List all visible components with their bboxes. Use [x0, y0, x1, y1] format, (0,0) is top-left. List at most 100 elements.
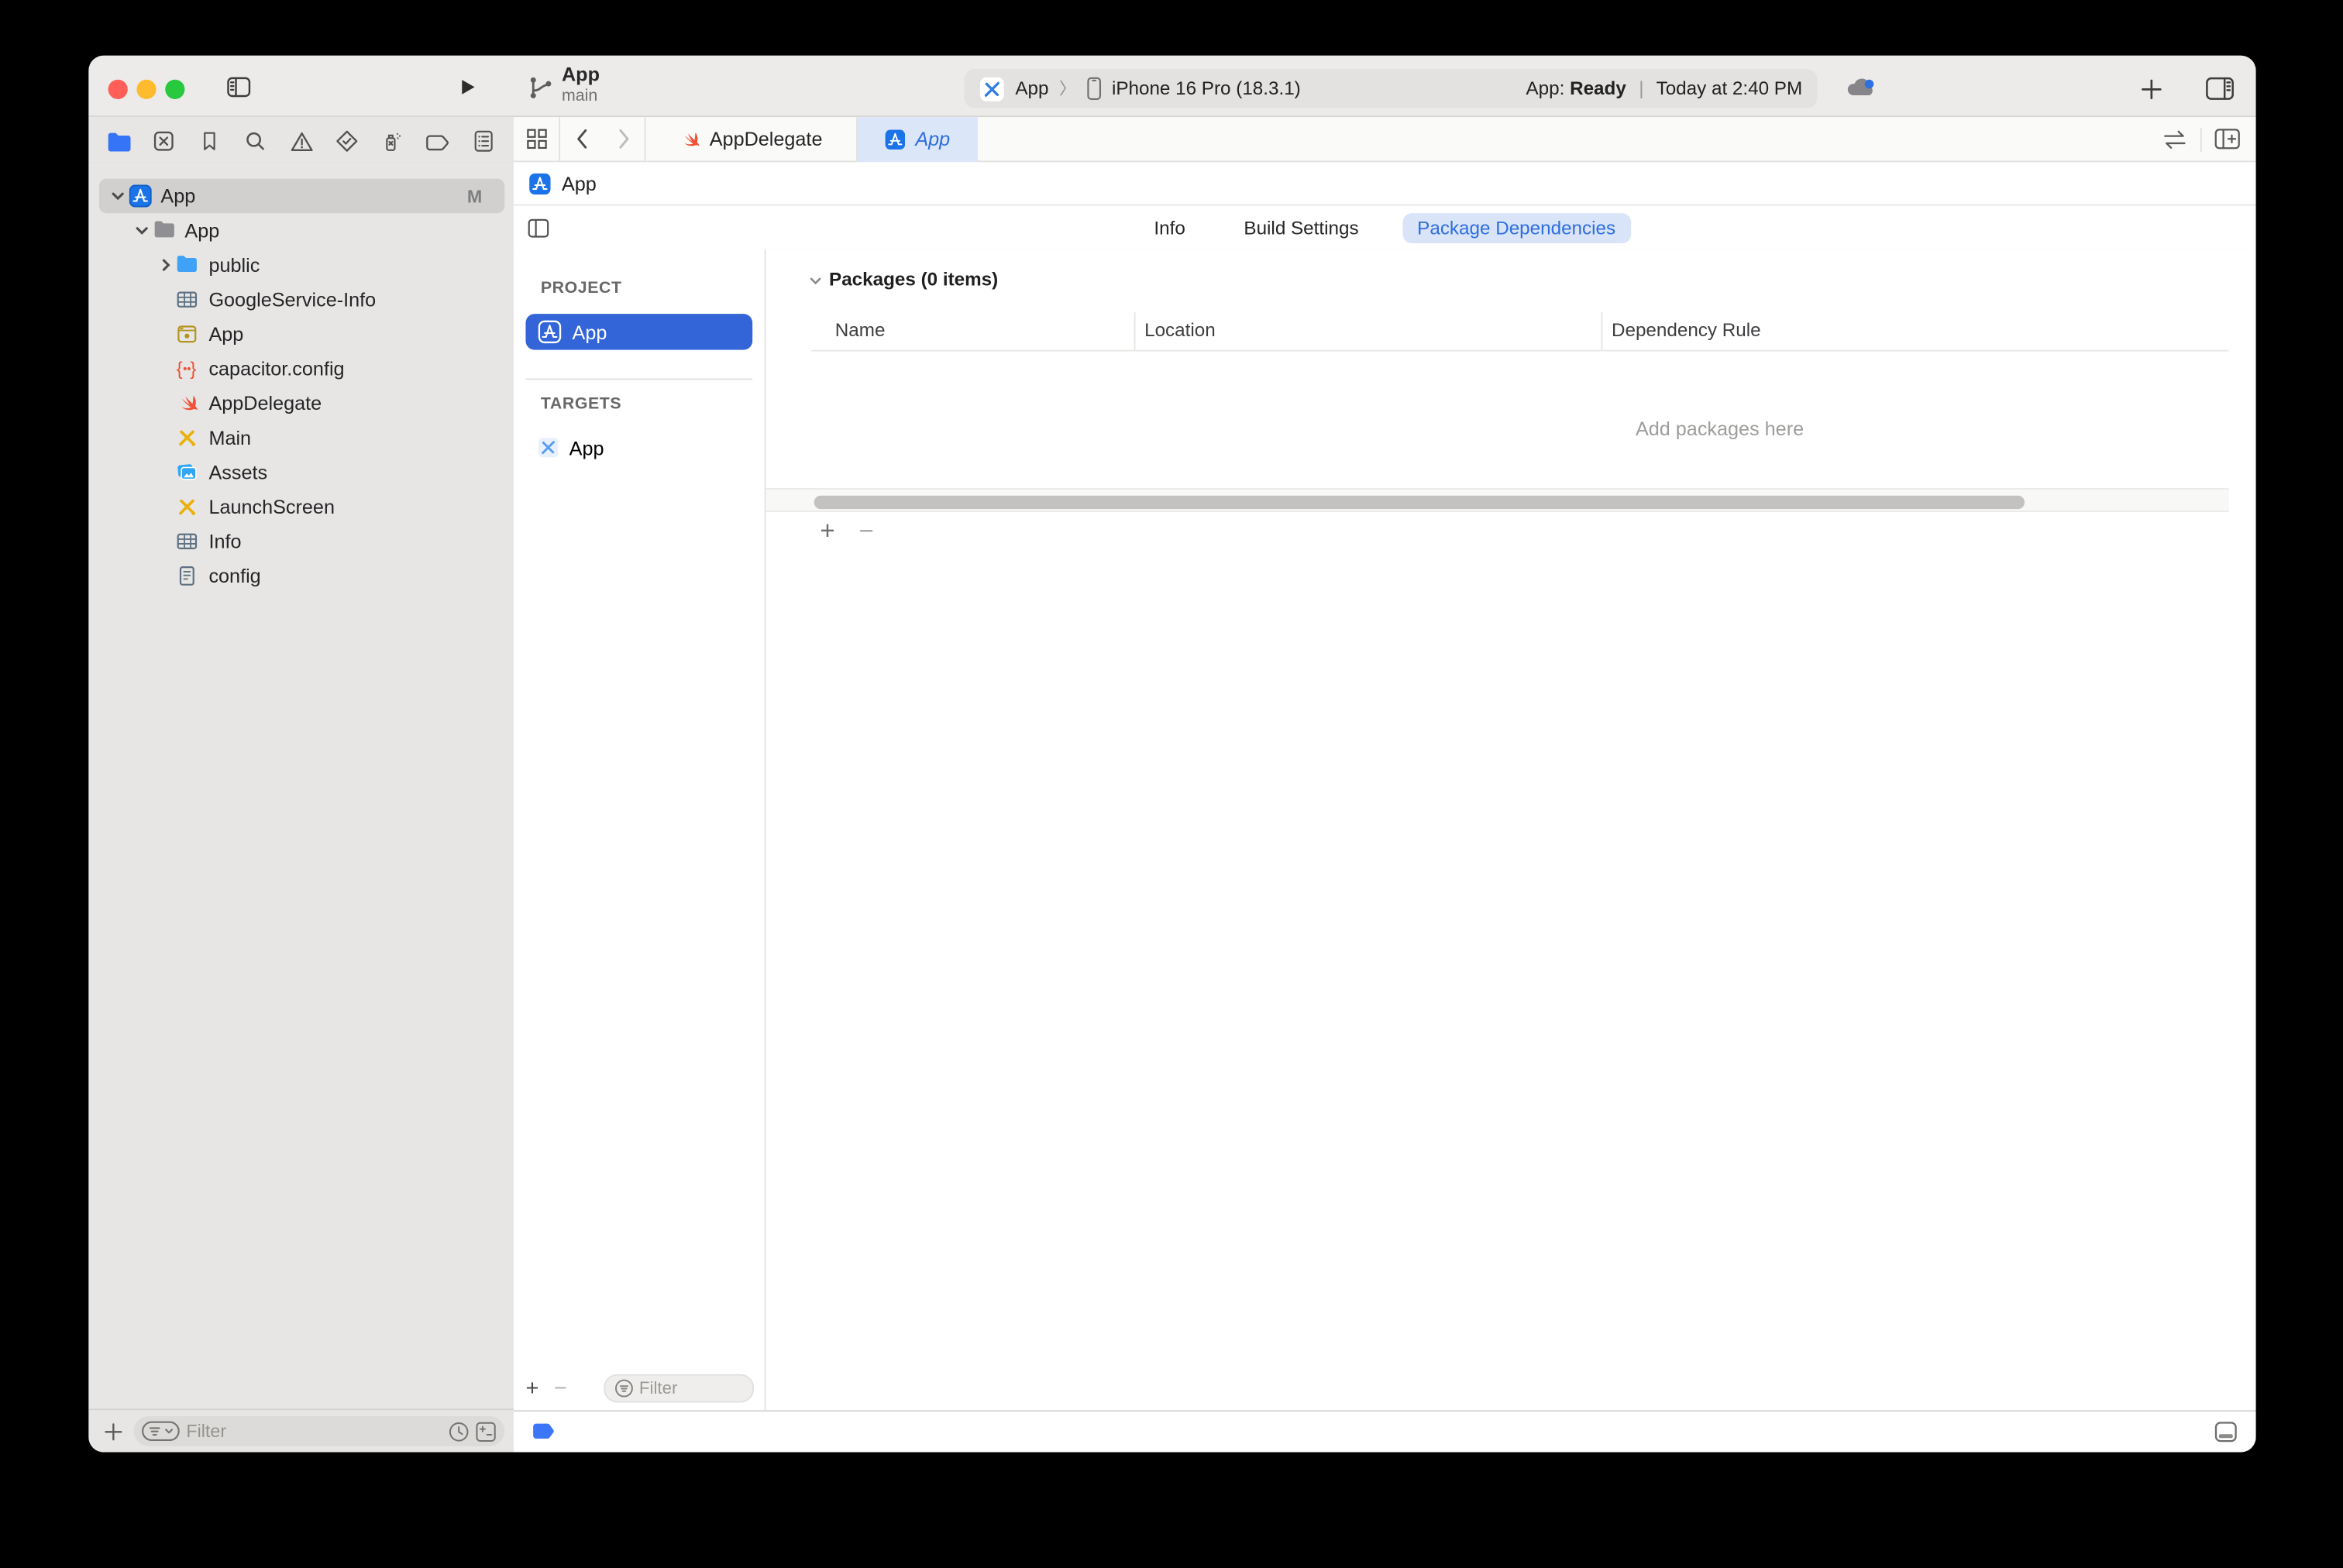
toggle-navigator-button[interactable]	[224, 72, 254, 102]
run-button[interactable]	[453, 74, 480, 101]
panel-bottom-bar: + −	[514, 1367, 766, 1410]
tree-row-capacitor-config[interactable]: {} capacitor.config	[88, 352, 514, 387]
changes-filter-icon[interactable]	[475, 1420, 497, 1442]
changes-icon	[153, 129, 177, 153]
jumpbar-item[interactable]: App	[562, 172, 597, 194]
svg-text:{: {	[177, 359, 183, 380]
tab-app[interactable]: App	[857, 116, 978, 162]
appstore-project-icon	[129, 184, 152, 208]
go-back-button[interactable]	[560, 116, 602, 161]
plus-icon	[103, 1422, 122, 1441]
toggle-inspector-button[interactable]	[2204, 74, 2237, 102]
tree-row-launchscreen[interactable]: LaunchScreen	[88, 490, 514, 524]
section-chevron-icon[interactable]	[808, 273, 823, 288]
tree-row-info-plist[interactable]: Info	[88, 524, 514, 559]
appstore-icon	[528, 172, 551, 194]
find-navigator-tab[interactable]	[239, 125, 272, 158]
device-icon	[1086, 77, 1103, 101]
project-navigator-tab[interactable]	[102, 125, 136, 158]
horizontal-scrollbar[interactable]	[766, 487, 2229, 513]
package-dependencies-content: Packages (0 items) Name Location Depende…	[766, 249, 2256, 1411]
add-toolbar-button[interactable]	[2137, 75, 2164, 102]
status-time: Today at 2:40 PM	[1656, 77, 1803, 99]
appstore-icon	[886, 129, 907, 150]
tab-label: App	[915, 127, 951, 150]
grid-icon	[525, 128, 547, 150]
source-control-navigator-tab[interactable]	[148, 125, 181, 158]
search-icon	[243, 129, 267, 153]
panel-filter-field[interactable]	[603, 1374, 755, 1403]
chevron-right-icon[interactable]	[158, 256, 174, 273]
reports-navigator-tab[interactable]	[467, 125, 501, 158]
tab-appdelegate[interactable]: AppDelegate	[646, 116, 856, 161]
project-navigator: App M App public GoogleService-Info App …	[88, 165, 514, 1409]
chevron-down-icon[interactable]	[134, 222, 150, 239]
config-strip: Info Build Settings Package Dependencies	[513, 205, 2256, 249]
appstore-icon	[538, 320, 562, 344]
minimize-button[interactable]	[136, 79, 157, 99]
column-location[interactable]: Location	[1144, 320, 1216, 341]
column-divider[interactable]	[1601, 312, 1603, 350]
bookmarks-navigator-tab[interactable]	[194, 125, 227, 158]
tests-navigator-tab[interactable]	[330, 125, 363, 158]
chevron-left-icon	[573, 128, 590, 150]
tree-row-entitlements[interactable]: App	[88, 317, 514, 352]
chevron-down-icon[interactable]	[110, 187, 126, 204]
breakpoints-toggle-button[interactable]	[532, 1422, 557, 1442]
add-file-button[interactable]	[98, 1416, 128, 1446]
column-dependency-rule[interactable]: Dependency Rule	[1612, 320, 1761, 341]
tree-row-project[interactable]: App M	[88, 178, 514, 214]
project-item-app[interactable]: App	[525, 314, 753, 350]
related-items-button[interactable]	[514, 116, 559, 161]
scheme-name: App	[1015, 77, 1049, 99]
target-app-icon	[979, 76, 1005, 101]
branch-name: main	[561, 87, 598, 105]
code-review-button[interactable]	[2161, 129, 2188, 150]
debug-navigator-tab[interactable]	[376, 125, 409, 158]
recents-clock-icon[interactable]	[448, 1420, 470, 1442]
tab-package-dependencies[interactable]: Package Dependencies	[1402, 212, 1631, 243]
json-braces-icon: {}	[176, 357, 198, 380]
column-name[interactable]: Name	[835, 320, 886, 341]
add-package-button[interactable]: +	[820, 517, 834, 547]
tree-row-public[interactable]: public	[88, 248, 514, 283]
tree-row-config[interactable]: config	[88, 559, 514, 593]
breakpoints-navigator-tab[interactable]	[421, 125, 455, 158]
add-target-button[interactable]: +	[525, 1377, 538, 1400]
source-control-branch[interactable]	[525, 72, 554, 102]
document-icon	[176, 565, 198, 587]
zoom-button[interactable]	[165, 79, 185, 99]
scheme-status-pill[interactable]: App 〉 iPhone 16 Pro (18.3.1) App: Ready …	[964, 69, 1818, 108]
target-item-app[interactable]: App	[525, 429, 752, 466]
tree-row-main-storyboard[interactable]: Main	[88, 421, 514, 456]
play-icon	[455, 75, 479, 99]
tree-row-appdelegate[interactable]: AppDelegate	[88, 386, 514, 421]
project-section-header: PROJECT	[540, 279, 622, 297]
navigator-filter-field[interactable]	[133, 1415, 505, 1446]
swap-arrows-icon	[2161, 129, 2188, 150]
column-divider[interactable]	[1134, 312, 1136, 350]
tree-row-folder[interactable]: App	[88, 213, 514, 248]
target-item-label: App	[569, 436, 604, 459]
tree-row-assets[interactable]: Assets	[88, 455, 514, 490]
scrollbar-thumb[interactable]	[814, 494, 2025, 509]
tree-label: App	[160, 184, 196, 208]
empty-packages-placeholder: Add packages here	[1635, 417, 1805, 440]
go-forward-button[interactable]	[602, 116, 644, 161]
close-button[interactable]	[108, 79, 128, 99]
add-editor-button[interactable]	[2214, 128, 2241, 150]
swift-icon	[176, 392, 198, 414]
cloud-sync-button[interactable]	[1842, 74, 1879, 101]
tab-info[interactable]: Info	[1139, 212, 1200, 242]
navigator-filter-input[interactable]	[186, 1420, 448, 1442]
tree-row-googleservice-info[interactable]: GoogleService-Info	[88, 282, 514, 317]
remove-package-button[interactable]: −	[859, 517, 874, 547]
remove-target-button[interactable]: −	[554, 1377, 567, 1400]
toolbar: App main App 〉 iPhone 16 Pro (18.3.1) Ap…	[88, 55, 2256, 118]
toggle-debug-area-button[interactable]	[2214, 1421, 2238, 1443]
tab-build-settings[interactable]: Build Settings	[1229, 212, 1374, 242]
issues-navigator-tab[interactable]	[284, 125, 318, 158]
editor-tab-bar: AppDelegate App	[513, 116, 2256, 163]
panel-filter-input[interactable]	[638, 1379, 744, 1398]
filter-options-icon[interactable]	[141, 1421, 180, 1442]
